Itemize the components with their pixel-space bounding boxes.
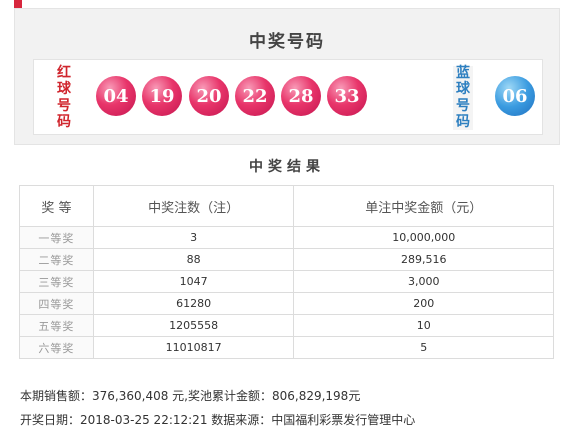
balls-panel: 红 球 号 码 04 19 20 22 28 33 蓝 球 号 码 06 xyxy=(33,59,543,135)
table-row: 五等奖 1205558 10 xyxy=(19,314,554,337)
red-ball-label: 红 球 号 码 xyxy=(54,66,74,130)
red-ball-4: 22 xyxy=(235,76,275,116)
header-winners: 中奖注数（注） xyxy=(92,185,295,227)
draw-date-info: 开奖日期：2018-03-25 22:12:21 数据来源：中国福利彩票发行管理… xyxy=(20,413,416,427)
prize-level: 三等奖 xyxy=(19,270,94,293)
red-ball-3: 20 xyxy=(189,76,229,116)
prize-winners: 11010817 xyxy=(92,336,295,359)
table-row: 六等奖 11010817 5 xyxy=(19,336,554,359)
results-title: 中奖结果 xyxy=(249,159,325,175)
winning-numbers-title: 中奖号码 xyxy=(249,32,325,52)
red-ball-2: 19 xyxy=(142,76,182,116)
table-row: 一等奖 3 10,000,000 xyxy=(19,226,554,249)
blue-label-char: 号 xyxy=(456,97,470,114)
table-row: 二等奖 88 289,516 xyxy=(19,248,554,271)
blue-label-char: 码 xyxy=(456,113,470,130)
prize-amount: 5 xyxy=(293,336,554,359)
prize-winners: 88 xyxy=(92,248,295,271)
red-label-char: 球 xyxy=(57,81,71,98)
prize-amount: 10 xyxy=(293,314,554,337)
prize-level: 一等奖 xyxy=(19,226,94,249)
prize-level: 二等奖 xyxy=(19,248,94,271)
red-label-char: 码 xyxy=(57,113,71,130)
prize-level: 六等奖 xyxy=(19,336,94,359)
header-amount: 单注中奖金额（元） xyxy=(293,185,554,227)
prize-amount: 3,000 xyxy=(293,270,554,293)
prize-level: 四等奖 xyxy=(19,292,94,315)
red-label-char: 号 xyxy=(57,97,71,114)
sales-info: 本期销售额：376,360,408 元,奖池累计金额：806,829,198元 xyxy=(20,389,361,403)
prize-amount: 289,516 xyxy=(293,248,554,271)
blue-label-char: 蓝 xyxy=(456,65,470,81)
prize-amount: 200 xyxy=(293,292,554,315)
prize-winners: 3 xyxy=(92,226,295,249)
red-ball-5: 28 xyxy=(281,76,321,116)
header-level: 奖 等 xyxy=(19,185,94,227)
red-ball-1: 04 xyxy=(96,76,136,116)
table-header-row: 奖 等 中奖注数（注） 单注中奖金额（元） xyxy=(19,185,554,227)
prize-amount: 10,000,000 xyxy=(293,226,554,249)
table-row: 四等奖 61280 200 xyxy=(19,292,554,315)
winning-numbers-panel: 中奖号码 红 球 号 码 04 19 20 22 28 33 蓝 球 号 码 0… xyxy=(14,8,560,145)
prize-winners: 1047 xyxy=(92,270,295,293)
prize-level: 五等奖 xyxy=(19,314,94,337)
blue-ball: 06 xyxy=(495,76,535,116)
red-ball-6: 33 xyxy=(327,76,367,116)
red-label-char: 红 xyxy=(57,65,71,81)
table-row: 三等奖 1047 3,000 xyxy=(19,270,554,293)
prize-table: 奖 等 中奖注数（注） 单注中奖金额（元） 一等奖 3 10,000,000 二… xyxy=(19,185,554,359)
prize-winners: 61280 xyxy=(92,292,295,315)
blue-ball-label: 蓝 球 号 码 xyxy=(453,66,473,130)
prize-winners: 1205558 xyxy=(92,314,295,337)
blue-label-char: 球 xyxy=(456,81,470,98)
